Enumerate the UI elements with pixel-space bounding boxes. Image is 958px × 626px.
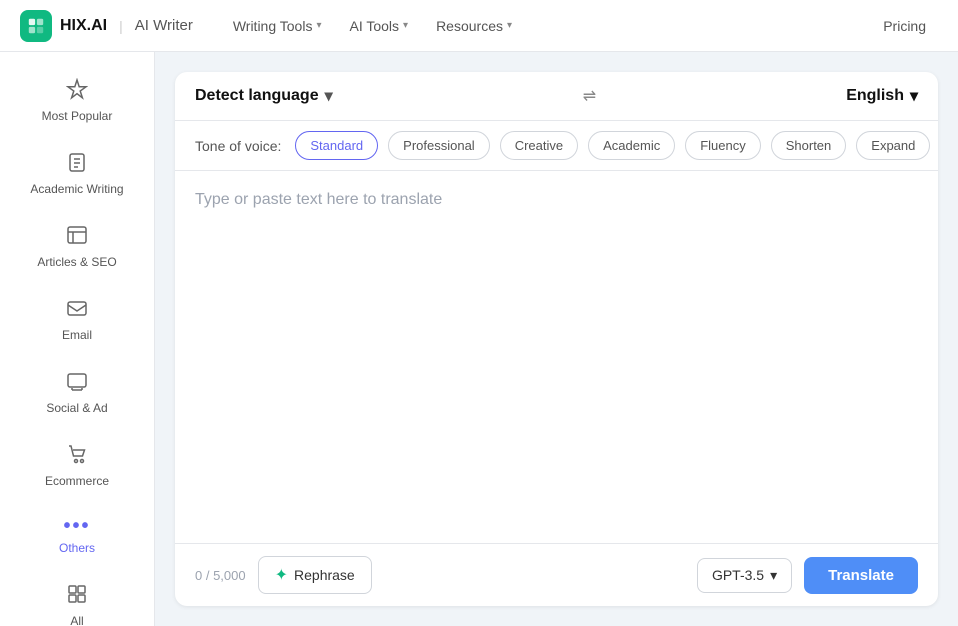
logo-divider: |: [119, 18, 123, 34]
logo-icon: [20, 10, 52, 42]
sidebar: Most Popular Academic Writing Articles &…: [0, 52, 155, 626]
sidebar-item-others[interactable]: ••• Others: [8, 504, 146, 567]
all-icon: [66, 583, 88, 609]
tone-standard[interactable]: Standard: [295, 131, 378, 160]
translator-card: Detect language ▾ ⇌ English ▾ Tone of vo…: [175, 72, 938, 606]
others-icon: •••: [63, 516, 90, 536]
sidebar-item-most-popular[interactable]: Most Popular: [8, 66, 146, 135]
main-nav: Writing Tools ▾ AI Tools ▾ Resources ▾: [221, 12, 524, 40]
sidebar-label-email: Email: [62, 328, 92, 342]
bottom-bar: 0 / 5,000 ✦ Rephrase GPT-3.5 ▾ Translate: [175, 543, 938, 606]
ai-tools-chevron-icon: ▾: [403, 20, 408, 31]
sidebar-label-others: Others: [59, 541, 95, 555]
rephrase-icon: ✦: [275, 565, 288, 585]
app-layout: Most Popular Academic Writing Articles &…: [0, 52, 958, 626]
tone-fluency[interactable]: Fluency: [685, 131, 761, 160]
char-count: 0 / 5,000: [195, 568, 246, 583]
text-input-area[interactable]: Type or paste text here to translate: [175, 171, 938, 543]
language-bar: Detect language ▾ ⇌ English ▾: [175, 72, 938, 121]
tone-label: Tone of voice:: [195, 138, 281, 154]
academic-icon: [66, 151, 88, 177]
logo-area: HIX.AI | AI Writer: [20, 10, 193, 42]
gpt-model-selector[interactable]: GPT-3.5 ▾: [697, 558, 792, 593]
sidebar-label-ecommerce: Ecommerce: [45, 474, 109, 488]
sidebar-item-academic[interactable]: Academic Writing: [8, 139, 146, 208]
nav-ai-tools[interactable]: AI Tools ▾: [337, 12, 420, 40]
rephrase-label: Rephrase: [294, 567, 355, 583]
gpt-model-label: GPT-3.5: [712, 567, 764, 583]
writing-tools-chevron-icon: ▾: [316, 20, 321, 31]
nav-writing-tools[interactable]: Writing Tools ▾: [221, 12, 334, 40]
rephrase-button[interactable]: ✦ Rephrase: [258, 556, 372, 594]
social-icon: [66, 370, 88, 396]
articles-icon: [66, 224, 88, 250]
translate-button[interactable]: Translate: [804, 557, 918, 594]
tone-professional[interactable]: Professional: [388, 131, 490, 160]
sidebar-label-most-popular: Most Popular: [42, 109, 113, 123]
nav-pricing[interactable]: Pricing: [871, 12, 938, 40]
sidebar-item-social[interactable]: Social & Ad: [8, 358, 146, 427]
swap-language-button[interactable]: ⇌: [583, 86, 596, 106]
target-language-selector[interactable]: English ▾: [846, 86, 918, 106]
sidebar-item-email[interactable]: Email: [8, 285, 146, 354]
sidebar-item-articles[interactable]: Articles & SEO: [8, 212, 146, 281]
target-language-chevron-icon: ▾: [910, 86, 918, 106]
source-language-selector[interactable]: Detect language ▾: [195, 86, 333, 106]
tone-expand[interactable]: Expand: [856, 131, 930, 160]
ecommerce-icon: [66, 443, 88, 469]
resources-chevron-icon: ▾: [507, 20, 512, 31]
tone-shorten[interactable]: Shorten: [771, 131, 847, 160]
email-icon: [66, 297, 88, 323]
gpt-model-chevron-icon: ▾: [770, 567, 777, 584]
tone-creative[interactable]: Creative: [500, 131, 578, 160]
sidebar-item-ecommerce[interactable]: Ecommerce: [8, 431, 146, 500]
sidebar-label-academic: Academic Writing: [30, 182, 123, 196]
nav-resources[interactable]: Resources ▾: [424, 12, 524, 40]
source-language-label: Detect language: [195, 87, 319, 105]
main-content: Detect language ▾ ⇌ English ▾ Tone of vo…: [155, 52, 958, 626]
tone-bar: Tone of voice: Standard Professional Cre…: [175, 121, 938, 171]
target-language-label: English: [846, 87, 904, 105]
text-placeholder: Type or paste text here to translate: [195, 191, 442, 208]
ai-writer-label: AI Writer: [135, 17, 193, 34]
source-language-chevron-icon: ▾: [325, 86, 333, 106]
sidebar-label-social: Social & Ad: [46, 401, 107, 415]
tone-academic[interactable]: Academic: [588, 131, 675, 160]
sidebar-label-all: All: [70, 614, 83, 626]
logo-text: HIX.AI: [60, 17, 107, 35]
most-popular-icon: [66, 78, 88, 104]
sidebar-label-articles: Articles & SEO: [37, 255, 116, 269]
header: HIX.AI | AI Writer Writing Tools ▾ AI To…: [0, 0, 958, 52]
sidebar-item-all[interactable]: All: [8, 571, 146, 626]
